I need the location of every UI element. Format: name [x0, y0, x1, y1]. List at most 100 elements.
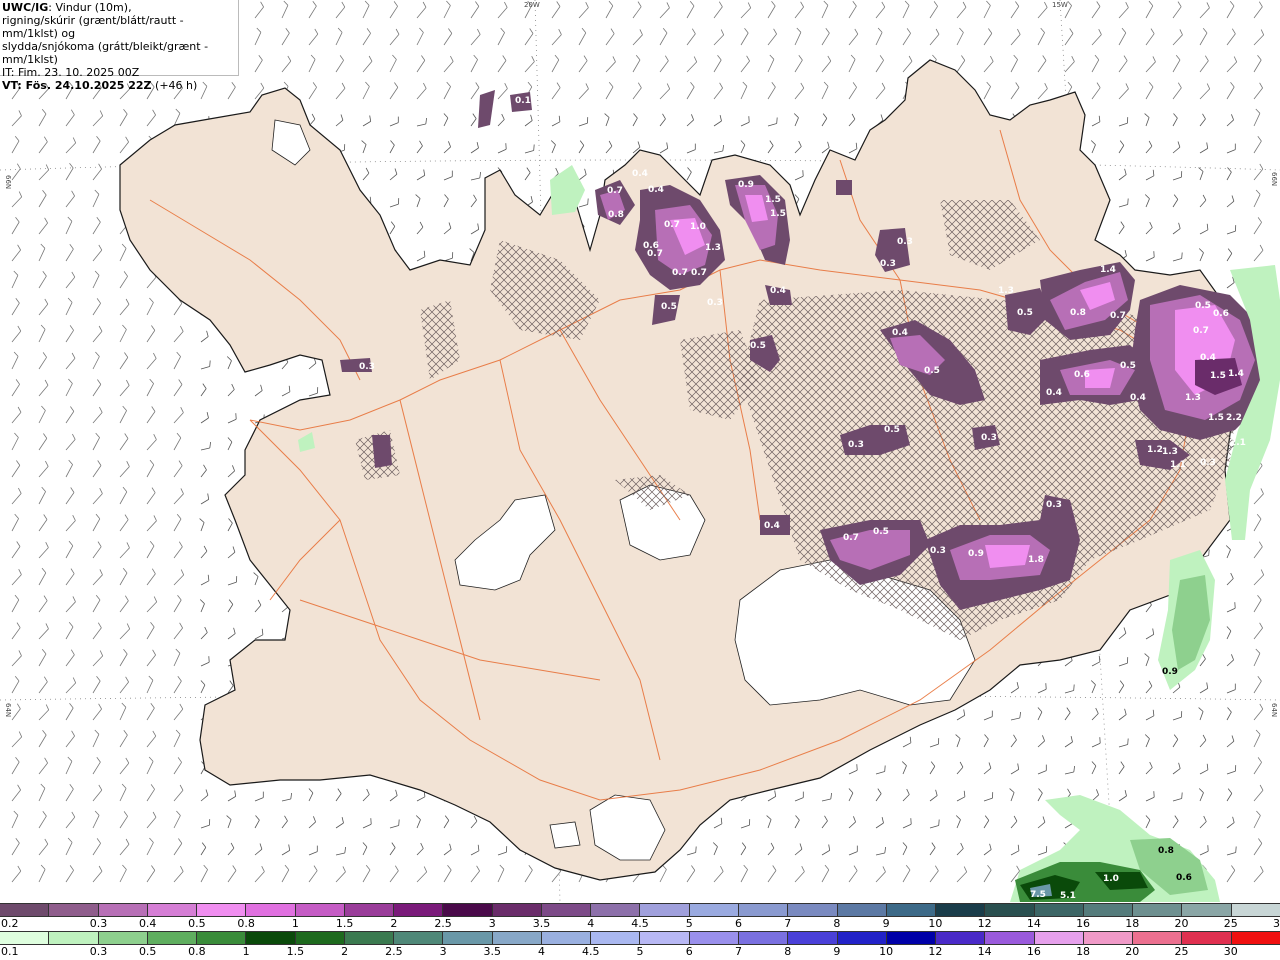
weather-map: 20W 15W 66N 66N 64N 64N 0.10.40.40.70.80… — [0, 0, 1280, 902]
scale-swatch — [541, 904, 592, 916]
scale-swatch — [1133, 904, 1183, 916]
snow-amount-label: 0.3 — [981, 433, 997, 443]
scale-swatch — [985, 904, 1035, 916]
scale-tick-label: 0.8 — [237, 917, 255, 930]
scale-tick-label: 10 — [928, 917, 943, 930]
scale-swatch — [1083, 932, 1134, 944]
scale-swatch — [295, 932, 345, 944]
scale-tick-label: 25 — [1174, 945, 1189, 958]
scale-swatch — [936, 932, 986, 944]
scale-tick-label: 4.5 — [582, 945, 600, 958]
snow-amount-label: 1.3 — [998, 286, 1014, 296]
model-name: UWC/IG — [2, 1, 49, 14]
forecast-offset: (+46 h) — [151, 79, 198, 92]
scale-swatch — [640, 904, 690, 916]
scale-tick-label: 6 — [685, 945, 693, 958]
scale-swatch — [98, 932, 148, 944]
subtitle-rain: rigning/skúrir (grænt/blátt/rautt - mm/1… — [2, 14, 184, 40]
scale-swatch — [98, 904, 148, 916]
subtitle-snow: slydda/snjókoma (grátt/bleikt/grænt - mm… — [2, 40, 209, 66]
snow-amount-label: 0.5 — [1120, 361, 1136, 371]
svg-text:66N: 66N — [1270, 172, 1278, 186]
scale-tick-label: 6 — [734, 917, 742, 930]
scale-swatch — [738, 932, 789, 944]
snow-amount-label: 1.8 — [1028, 555, 1044, 565]
snow-amount-label: 0.7 — [1110, 311, 1126, 321]
valid-time-line: VT: Fös. 24.10.2025 22Z (+46 h) — [2, 79, 238, 92]
scale-tick-label: 7 — [734, 945, 742, 958]
scale-tick-label: 30 — [1273, 917, 1280, 930]
scale-tick-label: 1.5 — [286, 945, 305, 958]
snow-amount-label: 1.3 — [1185, 393, 1201, 403]
scale-tick-label: 30 — [1223, 945, 1238, 958]
scale-swatch — [886, 904, 937, 916]
scale-tick-label: 1.5 — [335, 917, 354, 930]
scale-tick-label: 3.5 — [483, 945, 502, 958]
snow-amount-label: 1.4 — [1100, 265, 1116, 275]
snow-amount-label: 0.7 — [691, 268, 707, 278]
scale-swatch — [49, 932, 99, 944]
scale-tick-label: 10 — [879, 945, 894, 958]
snow-amount-label: 0.7 — [843, 533, 859, 543]
scale-tick-label: 0.8 — [188, 945, 206, 958]
scale-swatch — [886, 932, 937, 944]
scale-swatch — [1133, 932, 1183, 944]
scale-tick-label: 12 — [977, 917, 992, 930]
scale-swatch — [1034, 904, 1084, 916]
scale-swatch — [295, 904, 345, 916]
scale-tick-label: 20 — [1125, 945, 1140, 958]
scale-tick-label: 3.5 — [532, 917, 551, 930]
snow-amount-label: 0.3 — [1046, 500, 1062, 510]
snow-amount-label: 0.7 — [647, 249, 663, 259]
title-rest: : Vindur (10m), — [48, 1, 132, 14]
snow-amount-label: 2.1 — [1230, 438, 1246, 448]
scale-swatch — [640, 932, 690, 944]
snow-amount-label: 0.4 — [764, 521, 780, 531]
scale-swatch — [1231, 904, 1280, 916]
scale-swatch — [197, 904, 247, 916]
scale-swatch — [246, 904, 296, 916]
scale-swatch — [1182, 904, 1232, 916]
snow-amount-label: 0.9 — [968, 549, 984, 559]
rain-amount-label: 0.8 — [1158, 846, 1174, 856]
snow-amount-label: 0.4 — [1200, 353, 1216, 363]
scale-tick-label: 0.2 — [1, 917, 19, 930]
scale-swatch — [0, 932, 50, 944]
scale-swatch — [344, 932, 395, 944]
snow-amount-label: 0.1 — [515, 96, 531, 106]
scale-tick-label: 5 — [636, 945, 644, 958]
title-line: UWC/IG: Vindur (10m), — [2, 1, 238, 14]
snow-amount-label: 0.4 — [1046, 388, 1062, 398]
scale-tick-label: 9 — [833, 945, 841, 958]
snow-amount-label: 0.3 — [848, 440, 864, 450]
scale-tick-label: 2.5 — [434, 917, 452, 930]
scale-tick-label: 0.5 — [188, 917, 206, 930]
snow-amount-label: 0.5 — [1195, 301, 1211, 311]
snow-amount-label: 1.5 — [765, 195, 781, 205]
snow-amount-label: 0.8 — [1070, 308, 1086, 318]
snow-amount-label: 1.0 — [690, 222, 706, 232]
snow-amount-label: 0.4 — [770, 286, 786, 296]
map-info-box: UWC/IG: Vindur (10m), rigning/skúrir (gr… — [0, 0, 239, 92]
scale-tick-label: 4 — [538, 945, 546, 958]
scale-swatch — [788, 904, 838, 916]
scale-tick-label: 14 — [1026, 917, 1041, 930]
snow-amount-label: 0.7 — [664, 220, 680, 230]
valid-time: VT: Fös. 24.10.2025 22Z — [2, 79, 152, 92]
scale-tick-label: 12 — [928, 945, 943, 958]
scale-swatch — [49, 904, 99, 916]
snow-amount-label: 0.7 — [1193, 326, 1209, 336]
scale-swatch — [1231, 932, 1280, 944]
scale-tick-label: 4 — [587, 917, 595, 930]
scale-swatch — [837, 932, 887, 944]
scale-swatch — [985, 932, 1035, 944]
scale-swatch — [1182, 932, 1232, 944]
scale-tick-label: 0.4 — [138, 917, 157, 930]
scale-tick-label: 0.3 — [89, 945, 108, 958]
scale-swatch — [689, 904, 739, 916]
svg-text:20W: 20W — [524, 1, 540, 9]
scale-swatch — [591, 932, 641, 944]
scale-swatch — [591, 904, 641, 916]
svg-text:64N: 64N — [1270, 703, 1278, 717]
snow-amount-label: 0.4 — [648, 185, 664, 195]
